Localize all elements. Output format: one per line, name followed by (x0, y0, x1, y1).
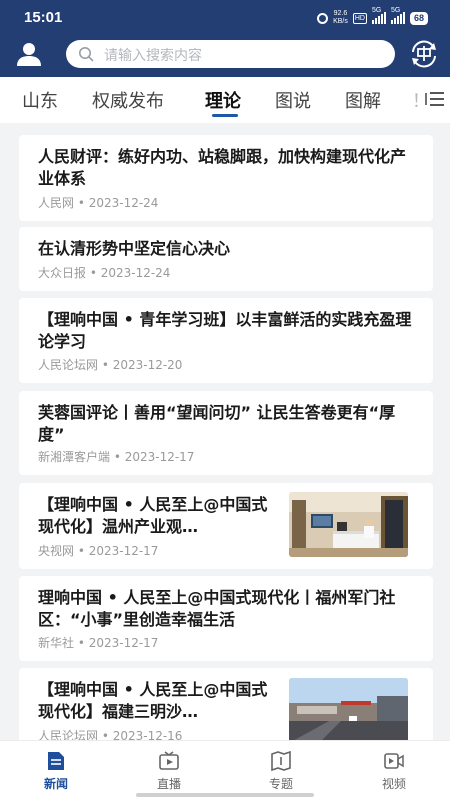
article-card[interactable]: 理响中国 • 人民至上@中国式现代化丨福州军门社区：“小事”里创造幸福生活 新华… (19, 576, 433, 661)
tab-authority[interactable]: 权威发布 (92, 87, 164, 113)
article-title: 在认清形势中坚定信心决心 (38, 239, 231, 258)
menu-icon[interactable] (424, 89, 446, 109)
article-meta: 大众日报 • 2023-12-24 (38, 266, 171, 280)
signal-icon-2: 5G (390, 7, 405, 24)
search-icon (79, 47, 94, 62)
video-icon (384, 753, 404, 769)
street-photo-image (289, 678, 408, 743)
language-switch-icon[interactable] (408, 38, 440, 70)
tab-shandong[interactable]: 山东 (22, 87, 58, 113)
book-icon (271, 751, 291, 771)
nav-news[interactable]: 新闻 (26, 751, 86, 792)
article-thumbnail (289, 492, 408, 557)
status-icons: 92.6 KB/s HD 5G 5G 68 (317, 7, 428, 26)
article-title: 芙蓉国评论丨善用“望闻问切” 让民生答卷更有“厚度” (38, 403, 396, 444)
article-card[interactable]: 【理响中国 • 人民至上@中国式现代化】温州产业观… 央视网 • 2023-12… (19, 483, 433, 569)
article-card[interactable]: 人民财评：练好内功、站稳脚跟，加快构建现代化产业体系 人民网 • 2023-12… (19, 135, 433, 221)
article-meta: 人民网 • 2023-12-24 (38, 196, 159, 210)
app-header: 15:01 92.6 KB/s HD 5G 5G 68 请输入搜索内容 (0, 0, 450, 77)
article-thumbnail (289, 678, 408, 743)
home-indicator[interactable] (136, 793, 314, 797)
search-input[interactable]: 请输入搜索内容 (66, 40, 395, 68)
article-meta: 新湘潭客户端 • 2023-12-17 (38, 450, 195, 464)
article-card[interactable]: 【理响中国 • 青年学习班】以丰富鲜活的实践充盈理论学习 人民论坛网 • 202… (19, 298, 433, 383)
article-title: 【理响中国 • 人民至上@中国式现代化】温州产业观… (38, 495, 268, 536)
speed-value: 92.6 (333, 10, 348, 17)
article-title: 【理响中国 • 青年学习班】以丰富鲜活的实践充盈理论学习 (38, 310, 412, 351)
tv-icon (159, 751, 179, 770)
article-card[interactable]: 芙蓉国评论丨善用“望闻问切” 让民生答卷更有“厚度” 新湘潭客户端 • 2023… (19, 391, 433, 475)
battery-icon: 68 (409, 11, 428, 25)
active-tab-indicator (212, 114, 238, 117)
user-icon[interactable] (15, 40, 43, 68)
tab-fade (404, 77, 424, 123)
status-bar: 15:01 92.6 KB/s HD 5G 5G 68 (0, 0, 450, 36)
tab-tushuo[interactable]: 图说 (275, 87, 311, 113)
article-meta: 央视网 • 2023-12-17 (38, 544, 159, 558)
article-card[interactable]: 在认清形势中坚定信心决心 大众日报 • 2023-12-24 (19, 227, 433, 291)
nav-topics[interactable]: 专题 (251, 751, 311, 792)
bottom-nav: 新闻 直播 专题 视频 (0, 740, 450, 800)
nav-label: 新闻 (43, 777, 68, 791)
article-meta: 新华社 • 2023-12-17 (38, 636, 159, 650)
nav-label: 直播 (156, 777, 181, 791)
hd-icon: HD (352, 12, 367, 24)
nav-live[interactable]: 直播 (139, 751, 199, 792)
office-photo-image (289, 492, 408, 557)
news-icon (48, 752, 64, 770)
nav-video[interactable]: 视频 (364, 751, 424, 792)
speed-unit: KB/s (333, 18, 348, 25)
tab-theory[interactable]: 理论 (205, 87, 241, 113)
search-placeholder: 请输入搜索内容 (104, 48, 202, 64)
tab-tujie[interactable]: 图解 (345, 87, 381, 113)
network-speed: 92.6 KB/s (333, 10, 348, 26)
network-label-1: 5G (371, 7, 382, 14)
category-tabs: 山东 权威发布 理论 图说 图解 ！ (0, 77, 450, 123)
article-meta: 人民论坛网 • 2023-12-20 (38, 358, 183, 372)
alarm-icon (317, 12, 329, 24)
network-label-2: 5G (390, 7, 401, 14)
signal-icon: 5G (371, 7, 386, 24)
article-title: 人民财评：练好内功、站稳脚跟，加快构建现代化产业体系 (38, 147, 407, 188)
article-title: 理响中国 • 人民至上@中国式现代化丨福州军门社区：“小事”里创造幸福生活 (38, 588, 396, 629)
article-title: 【理响中国 • 人民至上@中国式现代化】福建三明沙… (38, 680, 268, 721)
nav-label: 视频 (381, 777, 406, 791)
status-time: 15:01 (24, 9, 63, 26)
nav-label: 专题 (268, 777, 293, 791)
